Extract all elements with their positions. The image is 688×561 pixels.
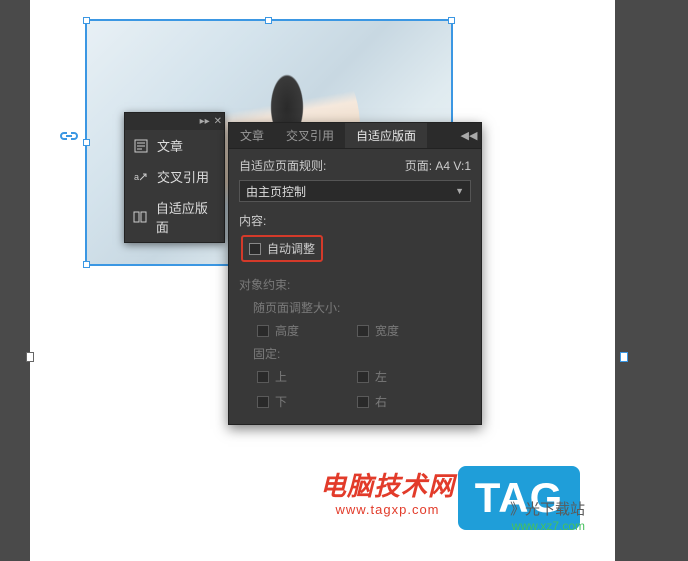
tab-article[interactable]: 文章 xyxy=(229,123,275,148)
chevron-down-icon: ▼ xyxy=(455,186,464,196)
flyout-header: ▸▸ ✕ xyxy=(125,113,224,130)
chain-link-icon xyxy=(60,130,78,142)
liquid-layout-panel: 文章 交叉引用 自适应版面 ◀◀ 自适应页面规则: 页面: A4 V:1 由主页… xyxy=(228,122,482,425)
flyout-item-label: 交叉引用 xyxy=(157,167,209,186)
checkbox-label: 下 xyxy=(275,393,287,410)
rule-label: 自适应页面规则: xyxy=(239,157,326,174)
checkbox-box xyxy=(257,325,269,337)
flyout-item-label: 文章 xyxy=(157,136,183,155)
checkbox-height[interactable]: 高度 xyxy=(257,322,357,339)
highlight-annotation: 自动调整 xyxy=(241,235,323,262)
checkbox-box xyxy=(357,396,369,408)
fixed-label: 固定: xyxy=(253,345,471,362)
close-icon[interactable]: ✕ xyxy=(214,116,222,127)
resize-handle-top-right[interactable] xyxy=(448,17,455,24)
tab-crossref[interactable]: 交叉引用 xyxy=(275,123,345,148)
page-guide-handle-right[interactable] xyxy=(620,352,628,362)
collapse-chevron-icon[interactable]: ◀◀ xyxy=(457,129,481,142)
checkbox-box xyxy=(357,325,369,337)
panel-tabbar: 文章 交叉引用 自适应版面 ◀◀ xyxy=(229,123,481,149)
checkbox-label: 上 xyxy=(275,368,287,385)
page-guide-handle-left[interactable] xyxy=(26,352,34,362)
tab-liquid-layout[interactable]: 自适应版面 xyxy=(345,123,427,148)
watermark-site1: 电脑技术网 www.tagxp.com xyxy=(320,472,455,517)
resize-handle-top-middle[interactable] xyxy=(265,17,272,24)
content-section-label: 内容: xyxy=(239,212,471,229)
flyout-item-liquid-layout[interactable]: 自适应版面 xyxy=(125,192,224,242)
resize-handle-top-left[interactable] xyxy=(83,17,90,24)
flyout-item-label: 自适应版面 xyxy=(156,198,216,236)
article-icon xyxy=(133,138,149,154)
checkbox-label: 左 xyxy=(375,368,387,385)
flyout-item-crossref[interactable]: a 交叉引用 xyxy=(125,161,224,192)
dropdown-value: 由主页控制 xyxy=(246,183,306,200)
expand-icon[interactable]: ▸▸ xyxy=(200,116,210,127)
svg-text:a: a xyxy=(134,172,139,182)
checkbox-right[interactable]: 右 xyxy=(357,393,457,410)
checkbox-box xyxy=(357,371,369,383)
rule-dropdown[interactable]: 由主页控制 ▼ xyxy=(239,180,471,202)
constraints-section-label: 对象约束: xyxy=(239,276,471,293)
checkbox-bottom[interactable]: 下 xyxy=(257,393,357,410)
panel-body: 自适应页面规则: 页面: A4 V:1 由主页控制 ▼ 内容: 自动调整 对象约… xyxy=(229,149,481,424)
checkbox-label: 高度 xyxy=(275,322,299,339)
flyout-item-article[interactable]: 文章 xyxy=(125,130,224,161)
watermark-site2: 》光下载站 www.xz7.com xyxy=(510,498,585,533)
resize-with-page-label: 随页面调整大小: xyxy=(253,299,471,316)
checkbox-top[interactable]: 上 xyxy=(257,368,357,385)
page-info: 页面: A4 V:1 xyxy=(405,157,471,174)
checkbox-auto-adjust[interactable]: 自动调整 xyxy=(249,240,315,257)
liquid-layout-icon xyxy=(133,209,148,225)
checkbox-left[interactable]: 左 xyxy=(357,368,457,385)
crossref-icon: a xyxy=(133,169,149,185)
flyout-panel: ▸▸ ✕ 文章 a 交叉引用 自适应版面 xyxy=(124,112,225,243)
checkbox-label: 宽度 xyxy=(375,322,399,339)
resize-handle-middle-left[interactable] xyxy=(83,139,90,146)
checkbox-label: 右 xyxy=(375,393,387,410)
checkbox-label: 自动调整 xyxy=(267,240,315,257)
checkbox-box xyxy=(257,396,269,408)
checkbox-width[interactable]: 宽度 xyxy=(357,322,457,339)
checkbox-box xyxy=(249,243,261,255)
resize-handle-bottom-left[interactable] xyxy=(83,261,90,268)
checkbox-box xyxy=(257,371,269,383)
